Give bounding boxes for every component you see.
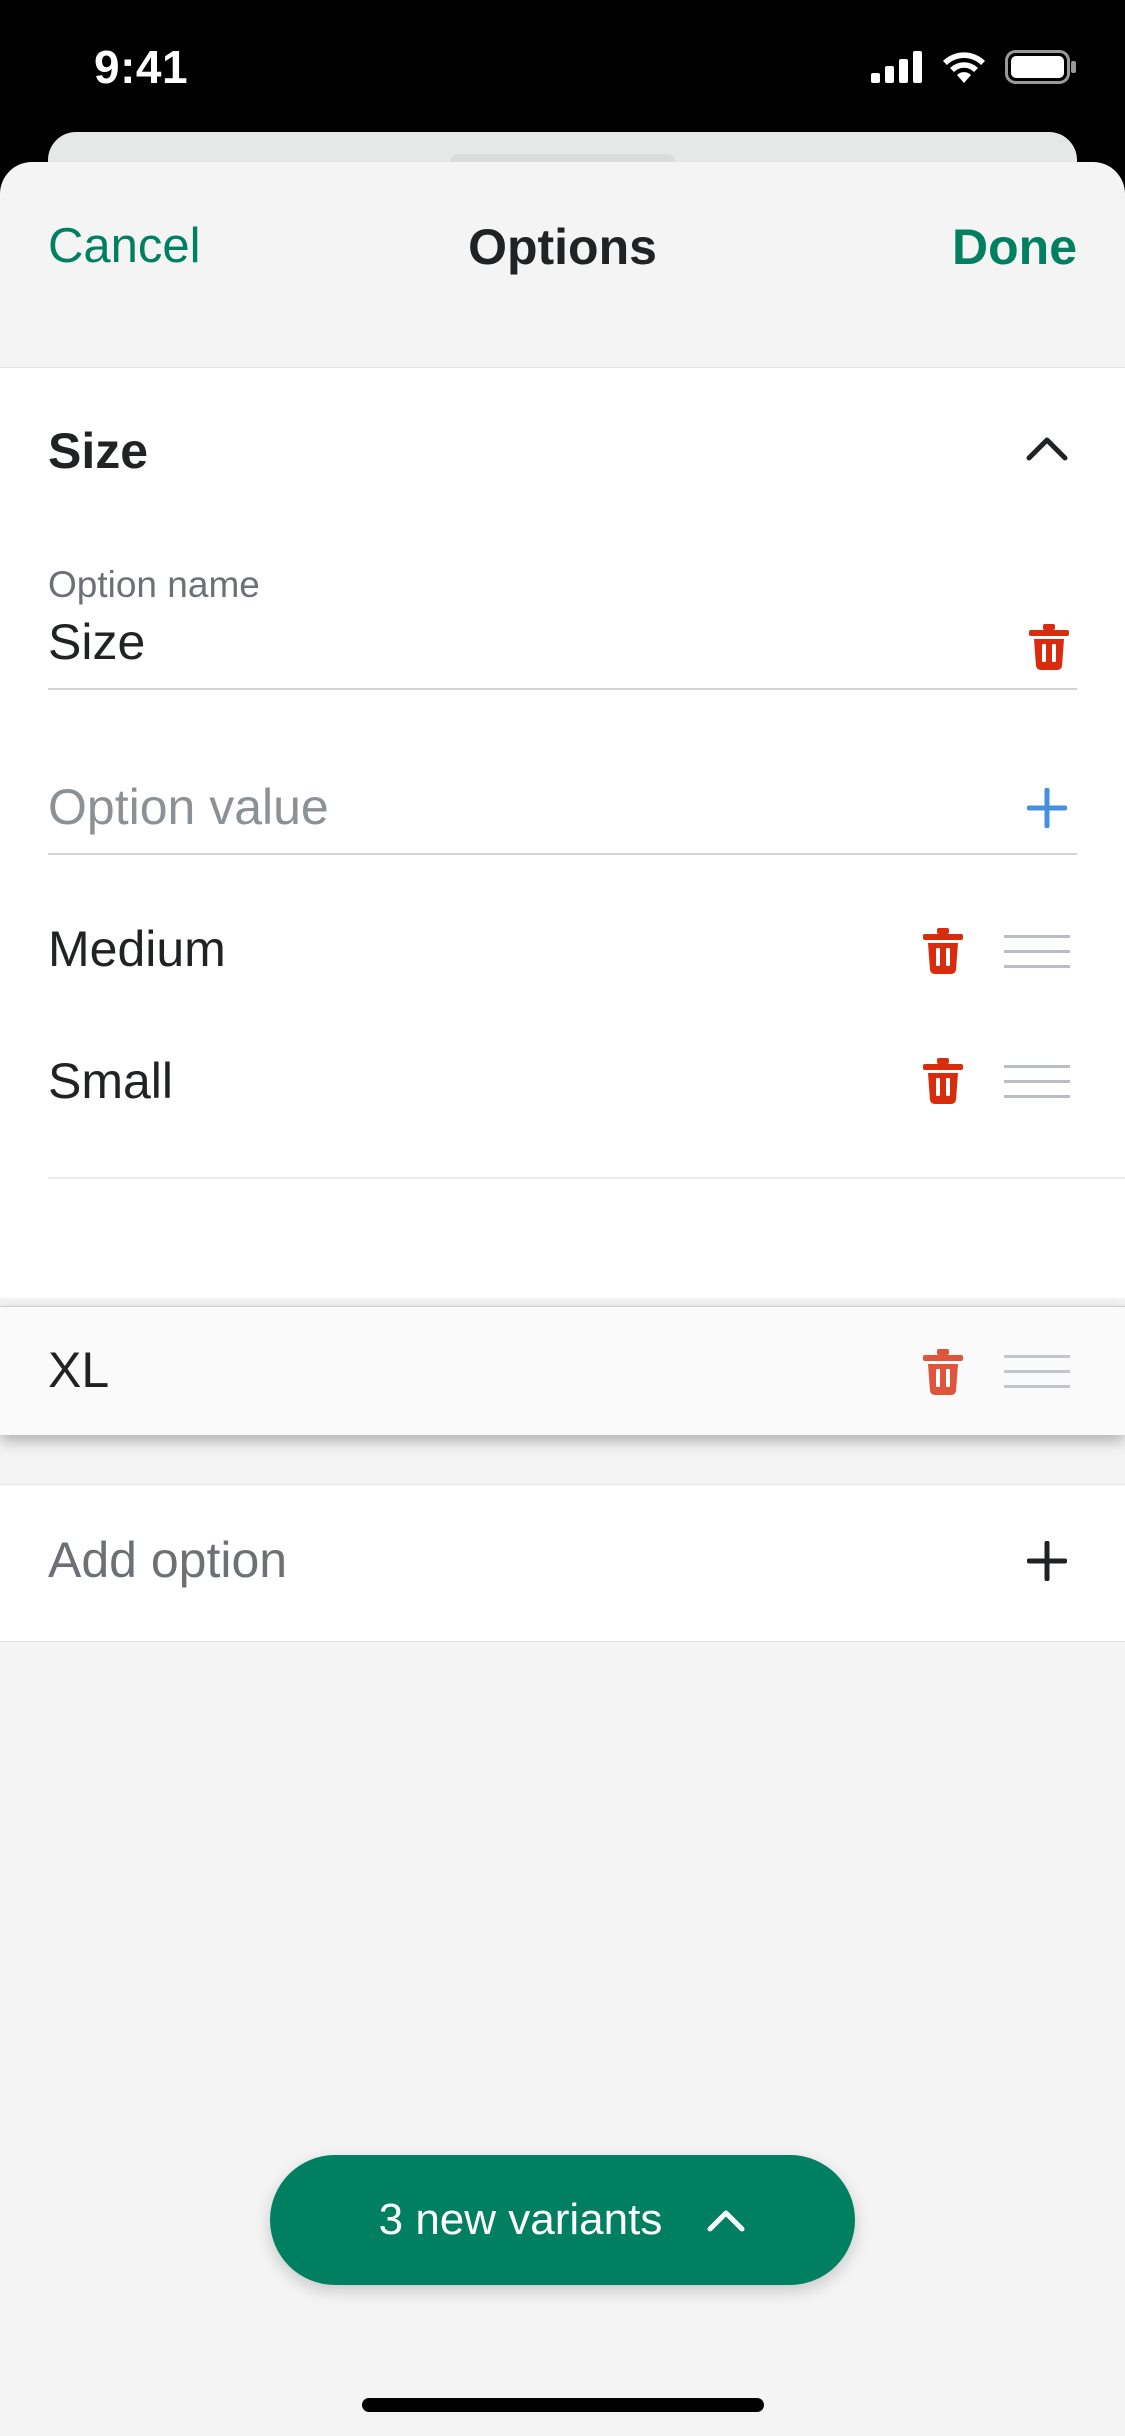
add-value-plus-icon[interactable] [1027,788,1067,828]
drag-handle-icon[interactable] [1004,1065,1070,1099]
row-divider [48,1177,1125,1179]
option-name-underline [48,688,1077,690]
dragging-option-value-row[interactable]: XL [0,1306,1125,1435]
trash-icon[interactable] [923,928,963,974]
option-card-header[interactable]: Size [48,422,148,480]
option-value-label: XL [48,1342,110,1398]
plus-icon[interactable] [1027,1541,1067,1581]
add-option-row[interactable]: Add option [0,1484,1125,1642]
done-button[interactable]: Done [952,218,1077,276]
chevron-up-icon [707,2210,745,2232]
new-variants-button[interactable]: 3 new variants [270,2155,855,2285]
wifi-icon [943,52,985,83]
status-bar: 9:41 [0,0,1125,140]
drag-handle-icon[interactable] [1004,1355,1070,1389]
home-indicator [362,2398,764,2412]
battery-icon [1005,50,1076,84]
new-variants-label: 3 new variants [378,2195,663,2244]
status-icons [871,50,1077,84]
option-value-input[interactable]: Option value [48,778,329,836]
nav-bar: Cancel Options Done [0,162,1125,367]
trash-icon[interactable] [923,1058,963,1104]
trash-icon[interactable] [923,1349,963,1395]
trash-icon[interactable] [1029,624,1069,670]
option-value-underline [48,853,1077,855]
options-sheet: Cancel Options Done Size Option name Siz… [0,162,1125,2436]
option-value-row[interactable]: Small [48,1052,173,1110]
status-time: 9:41 [94,41,189,93]
option-name-label: Option name [48,564,260,605]
drag-handle-icon[interactable] [1004,935,1070,969]
signal-icon [871,51,922,83]
option-value-row[interactable]: Medium [48,920,226,978]
chevron-up-icon[interactable] [1025,428,1069,468]
option-card: Size Option name Size Option value Mediu… [0,367,1125,1298]
option-name-field[interactable]: Size [48,613,145,671]
add-option-label: Add option [48,1532,288,1588]
